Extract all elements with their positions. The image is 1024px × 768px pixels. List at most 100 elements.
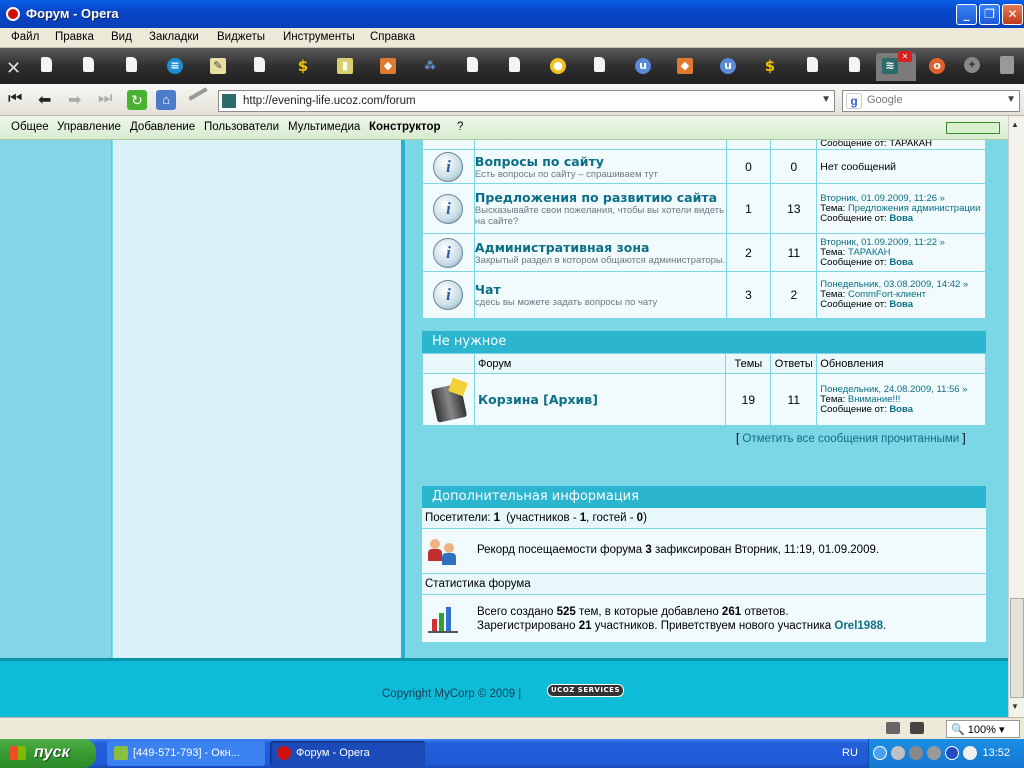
window-icon [114, 746, 128, 760]
tab[interactable]: ◆ [666, 53, 706, 81]
tray-icon[interactable] [963, 746, 977, 760]
tab[interactable]: ◆ [369, 53, 409, 81]
panel-item-help[interactable]: ? [457, 121, 463, 133]
forward-icon[interactable]: ➡ [68, 90, 81, 110]
scroll-up-icon[interactable]: ▲ [1011, 120, 1019, 129]
chevron-down-icon[interactable]: ▼ [1006, 94, 1016, 105]
menu-widgets[interactable]: Виджеты [217, 31, 265, 43]
menu-help[interactable]: Справка [370, 31, 415, 43]
author-link[interactable]: Вова [889, 213, 913, 224]
go-to-post-icon[interactable]: » [963, 279, 968, 290]
tab[interactable]: ✎ [199, 53, 239, 81]
wand-icon[interactable] [188, 87, 208, 101]
view-icon[interactable] [886, 722, 900, 734]
taskbar-item[interactable]: [449-571-793] - Окн... [107, 741, 265, 766]
panel-item-general[interactable]: Общее [11, 121, 49, 133]
forum-link[interactable]: Предложения по развитию сайта [475, 190, 726, 205]
tab[interactable]: o [918, 53, 958, 81]
tab[interactable] [28, 53, 68, 81]
forum-link[interactable]: Вопросы по сайту [475, 154, 726, 169]
forum-link[interactable]: Чат [475, 282, 726, 297]
menu-view[interactable]: Вид [111, 31, 132, 43]
fast-forward-icon[interactable]: ⏭ [98, 90, 112, 108]
forum-link[interactable]: Корзина [Архив] [478, 392, 598, 407]
add-tab-icon[interactable]: + [964, 57, 980, 73]
trash-bin-icon [428, 377, 469, 423]
address-field[interactable]: http://evening-life.ucoz.com/forum ▼ [218, 90, 835, 112]
camera-icon[interactable] [910, 722, 924, 734]
tray-arrow-icon[interactable] [873, 746, 887, 760]
tab[interactable]: $ [284, 53, 324, 81]
search-field[interactable]: g ▼ [842, 90, 1020, 112]
new-user-link[interactable]: Orel1988 [834, 620, 883, 632]
tab[interactable]: $ [751, 53, 791, 81]
tab[interactable]: ● [539, 53, 579, 81]
tab[interactable] [454, 53, 494, 81]
trash-icon[interactable] [1000, 56, 1014, 74]
search-input[interactable] [867, 94, 997, 106]
zoom-control[interactable]: 🔍 100% ▾ [946, 720, 1020, 738]
tab-active[interactable]: ≋ ✕ [876, 51, 916, 81]
chevron-down-icon[interactable]: ▼ [821, 94, 831, 105]
menu-file[interactable]: Файл [11, 31, 39, 43]
menu-bookmarks[interactable]: Закладки [149, 31, 199, 43]
close-button[interactable]: ✕ [1002, 4, 1023, 25]
author-link[interactable]: Вова [889, 257, 913, 268]
menu-tools[interactable]: Инструменты [283, 31, 355, 43]
tab[interactable]: ⁂ [411, 53, 451, 81]
vertical-scrollbar[interactable]: ▲ ▼ [1008, 116, 1024, 717]
site-icon: ≡ [167, 58, 183, 74]
go-to-post-icon[interactable]: » [940, 237, 945, 248]
tab[interactable] [241, 53, 281, 81]
tray-icon[interactable] [909, 746, 923, 760]
tab[interactable]: ▮ [326, 53, 366, 81]
panel-item-multimedia[interactable]: Мультимедиа [288, 121, 360, 133]
tray-icon[interactable] [927, 746, 941, 760]
maximize-button[interactable]: ❐ [979, 4, 1000, 25]
tab[interactable] [496, 53, 536, 81]
minimize-button[interactable]: _ [956, 4, 977, 25]
forum-link[interactable]: Административная зона [475, 240, 726, 255]
language-indicator[interactable]: RU [842, 747, 858, 759]
home-icon[interactable]: ⌂ [156, 90, 176, 110]
tab[interactable] [836, 53, 876, 81]
zoom-level: 100% [967, 724, 996, 736]
go-to-post-icon[interactable]: » [962, 384, 967, 395]
mark-all-read-link[interactable]: Отметить все сообщения прочитанными [742, 433, 959, 445]
tab[interactable] [113, 53, 153, 81]
scroll-down-icon[interactable]: ▼ [1011, 702, 1019, 711]
rewind-icon[interactable]: ⏮ [8, 90, 22, 108]
author-link[interactable]: Вова [889, 299, 913, 310]
globe-icon: ● [550, 58, 566, 74]
reload-icon[interactable]: ↻ [127, 90, 147, 110]
scroll-thumb[interactable] [1010, 598, 1024, 698]
taskbar-item-active[interactable]: Форум - Opera [270, 741, 425, 766]
from-label: Сообщение от: [820, 403, 887, 415]
copyright-text: Copyright MyCorp © 2009 | [382, 688, 522, 700]
close-tab-icon[interactable]: ✕ [898, 51, 912, 62]
windows-logo-icon [10, 746, 26, 760]
back-icon[interactable]: ⬅ [38, 90, 51, 110]
tray-icon[interactable] [945, 746, 959, 760]
panel-item-management[interactable]: Управление [57, 121, 121, 133]
start-button[interactable]: пуск [0, 739, 96, 768]
panel-item-add[interactable]: Добавление [130, 121, 195, 133]
tray-network-icon[interactable] [891, 746, 905, 760]
ucoz-services-badge[interactable]: UCOZ SERVICES [547, 684, 624, 697]
tools-icon[interactable]: ✕ [6, 58, 21, 79]
menu-edit[interactable]: Правка [55, 31, 94, 43]
tab[interactable] [581, 53, 621, 81]
tab[interactable] [70, 53, 110, 81]
tab[interactable]: u [624, 53, 664, 81]
panel-item-users[interactable]: Пользователи [204, 121, 279, 133]
replies-count: 0 [770, 149, 818, 184]
panel-item-constructor[interactable]: Конструктор [369, 121, 441, 133]
tab[interactable]: ≡ [156, 53, 196, 81]
author-link[interactable]: Вова [889, 404, 913, 415]
partial-update: Сообщение от: ТАРАКАН [820, 140, 932, 149]
tab[interactable]: u [709, 53, 749, 81]
tab[interactable] [794, 53, 834, 81]
tab-bar: ✕ ≡ ✎ $ ▮ ◆ ⁂ ● u ◆ u $ ≋ ✕ o + [0, 48, 1024, 84]
window-title-bar[interactable]: Форум - Opera _ ❐ ✕ [0, 0, 1024, 28]
panel-slider[interactable] [946, 122, 1000, 134]
